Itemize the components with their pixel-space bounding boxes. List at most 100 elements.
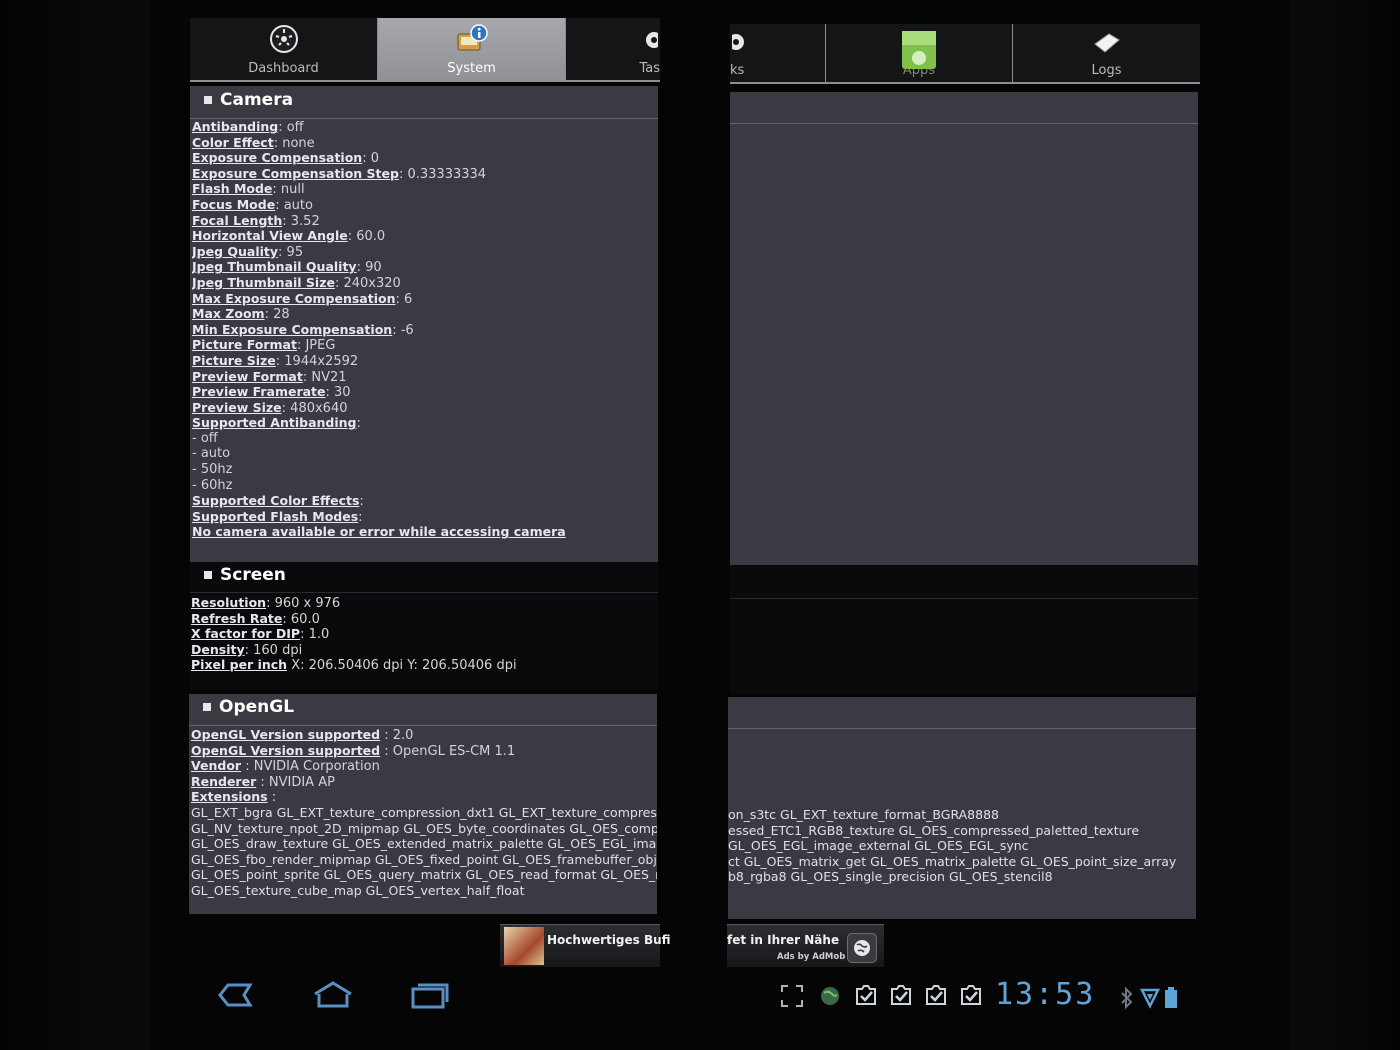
property-key[interactable]: Antibanding xyxy=(192,119,278,134)
android-icon xyxy=(901,30,937,74)
property-key[interactable]: Exposure Compensation xyxy=(192,150,362,165)
property-key[interactable]: Exposure Compensation Step xyxy=(192,166,399,181)
property-key[interactable]: Flash Mode xyxy=(192,181,272,196)
screen-section: Screen Resolution: 960 x 976 Refresh Rate… xyxy=(190,562,658,690)
property-key[interactable]: Extensions xyxy=(191,789,268,804)
property-key[interactable]: Resolution xyxy=(191,595,266,610)
task-complete-icon[interactable] xyxy=(889,983,913,1011)
property-key[interactable]: Refresh Rate xyxy=(191,611,282,626)
tab-tasks[interactable]: Tas xyxy=(566,18,662,80)
globe-icon[interactable] xyxy=(847,933,877,963)
extension-line: GL_OES_point_sprite GL_OES_query_matrix … xyxy=(191,867,657,883)
tab-label: Dashboard xyxy=(248,61,319,76)
fullscreen-icon[interactable] xyxy=(780,984,804,1012)
tab-logs[interactable]: Logs xyxy=(1013,24,1200,82)
list-item: Antibanding: off xyxy=(192,119,658,135)
property-key[interactable]: Supported Color Effects xyxy=(192,493,359,508)
property-key[interactable]: Pixel per inch xyxy=(191,657,287,672)
property-key[interactable]: Picture Format xyxy=(192,337,297,352)
task-complete-icon[interactable] xyxy=(959,983,983,1011)
property-key[interactable]: OpenGL Version supported xyxy=(191,743,380,758)
property-key[interactable]: Jpeg Thumbnail Quality xyxy=(192,259,357,274)
property-value: : 480x640 xyxy=(281,400,348,416)
property-key[interactable]: Horizontal View Angle xyxy=(192,228,348,243)
property-key[interactable]: Focal Length xyxy=(192,213,282,228)
property-key[interactable]: Max Exposure Compensation xyxy=(192,291,396,306)
property-key[interactable]: Preview Framerate xyxy=(192,384,326,399)
property-key[interactable]: Picture Size xyxy=(192,353,276,368)
battery-icon xyxy=(1164,986,1178,1014)
property-value: : NVIDIA Corporation xyxy=(241,759,380,775)
ad-banner-right[interactable]: fet in Ihrer Nähe Ads by AdMob xyxy=(727,924,884,967)
property-key[interactable]: OpenGL Version supported xyxy=(191,727,380,742)
property-value: : 0 xyxy=(362,151,379,167)
property-value: : NV21 xyxy=(302,369,347,385)
property-value: : OpenGL ES-CM 1.1 xyxy=(380,743,516,759)
tab-label: Logs xyxy=(1091,63,1122,78)
extension-line: GL_NV_texture_npot_2D_mipmap GL_OES_byte… xyxy=(191,820,657,836)
divider xyxy=(190,592,658,593)
divider xyxy=(728,728,1196,729)
property-value: : 3.52 xyxy=(282,213,320,229)
ad-banner-left[interactable]: Hochwertiges Bufi xyxy=(500,924,671,967)
back-icon[interactable] xyxy=(214,980,254,1014)
opengl-list: OpenGL Version supported : 2.0 OpenGL Ver… xyxy=(191,727,657,805)
property-key[interactable]: Color Effect xyxy=(192,135,274,150)
extension-line: GL_OES_fbo_render_mipmap GL_OES_fixed_po… xyxy=(191,851,657,867)
divider xyxy=(189,725,657,726)
property-value: : 1.0 xyxy=(300,627,330,643)
property-key[interactable]: Jpeg Quality xyxy=(192,244,278,259)
camera-list: Antibanding: off Color Effect: none Exposu… xyxy=(192,119,658,540)
property-key[interactable]: Focus Mode xyxy=(192,197,275,212)
tab-dashboard[interactable]: Dashboard xyxy=(190,18,378,80)
property-key[interactable]: X factor for DIP xyxy=(191,626,300,641)
section-title: Camera xyxy=(204,90,293,110)
task-complete-icon[interactable] xyxy=(854,983,878,1011)
recent-apps-icon[interactable] xyxy=(410,980,450,1014)
bullet-icon xyxy=(204,96,212,104)
property-key[interactable]: Max Zoom xyxy=(192,306,265,321)
property-key[interactable]: Vendor xyxy=(191,758,241,773)
list-item: Refresh Rate: 60.0 xyxy=(191,611,657,627)
list-item: Preview Framerate: 30 xyxy=(192,384,658,400)
property-key[interactable]: Preview Format xyxy=(192,369,303,384)
extensions-list: GL_EXT_bgra GL_EXT_texture_compression_d… xyxy=(191,805,657,899)
property-key[interactable]: Renderer xyxy=(191,774,256,789)
property-value: : 240x320 xyxy=(334,275,401,291)
dashboard-icon xyxy=(269,24,299,58)
property-value: : 95 xyxy=(278,244,304,260)
list-item: Supported Antibanding: xyxy=(192,415,658,431)
section-title: OpenGL xyxy=(203,697,294,717)
property-value: : JPEG xyxy=(296,338,336,354)
property-value: X: 206.50406 dpi Y: 206.50406 dpi xyxy=(287,658,517,673)
status-clock[interactable]: 13:53 xyxy=(995,977,1095,1012)
property-key[interactable]: Supported Flash Modes xyxy=(192,509,358,524)
property-value: : xyxy=(359,494,364,510)
ad-text: Hochwertiges Bufi xyxy=(547,933,671,947)
property-key[interactable]: Preview Size xyxy=(192,400,282,415)
list-item: Renderer : NVIDIA AP xyxy=(191,774,657,790)
system-bar: 13:53 xyxy=(190,972,1200,1022)
screen-section-continued xyxy=(730,565,1198,693)
property-key[interactable]: No camera available or error while acces… xyxy=(192,524,566,539)
property-key[interactable]: Density xyxy=(191,642,245,657)
globe-notification-icon[interactable] xyxy=(818,984,842,1012)
property-key[interactable]: Jpeg Thumbnail Size xyxy=(192,275,335,290)
list-item: Preview Size: 480x640 xyxy=(192,400,658,416)
property-key[interactable]: Min Exposure Compensation xyxy=(192,322,392,337)
tab-bar-right: ks Apps Logs xyxy=(728,24,1200,84)
wifi-signal-icon xyxy=(1139,986,1161,1014)
property-value: - 50hz xyxy=(192,462,233,478)
tab-apps[interactable]: Apps xyxy=(826,24,1013,82)
extension-line: GL_OES_EGL_image_external GL_OES_EGL_syn… xyxy=(728,838,1029,854)
property-value: : 30 xyxy=(325,385,351,401)
tab-tasks-continued[interactable]: ks xyxy=(728,24,826,82)
extension-line: essed_ETC1_RGB8_texture GL_OES_compresse… xyxy=(728,822,1140,838)
property-key[interactable]: Supported Antibanding xyxy=(192,415,357,430)
list-item: Focal Length: 3.52 xyxy=(192,213,658,229)
property-value: : xyxy=(358,509,363,525)
tab-system[interactable]: System xyxy=(378,18,566,80)
task-complete-icon[interactable] xyxy=(924,983,948,1011)
home-icon[interactable] xyxy=(312,980,354,1014)
extension-line: GL_OES_texture_cube_map GL_OES_vertex_ha… xyxy=(191,882,525,898)
